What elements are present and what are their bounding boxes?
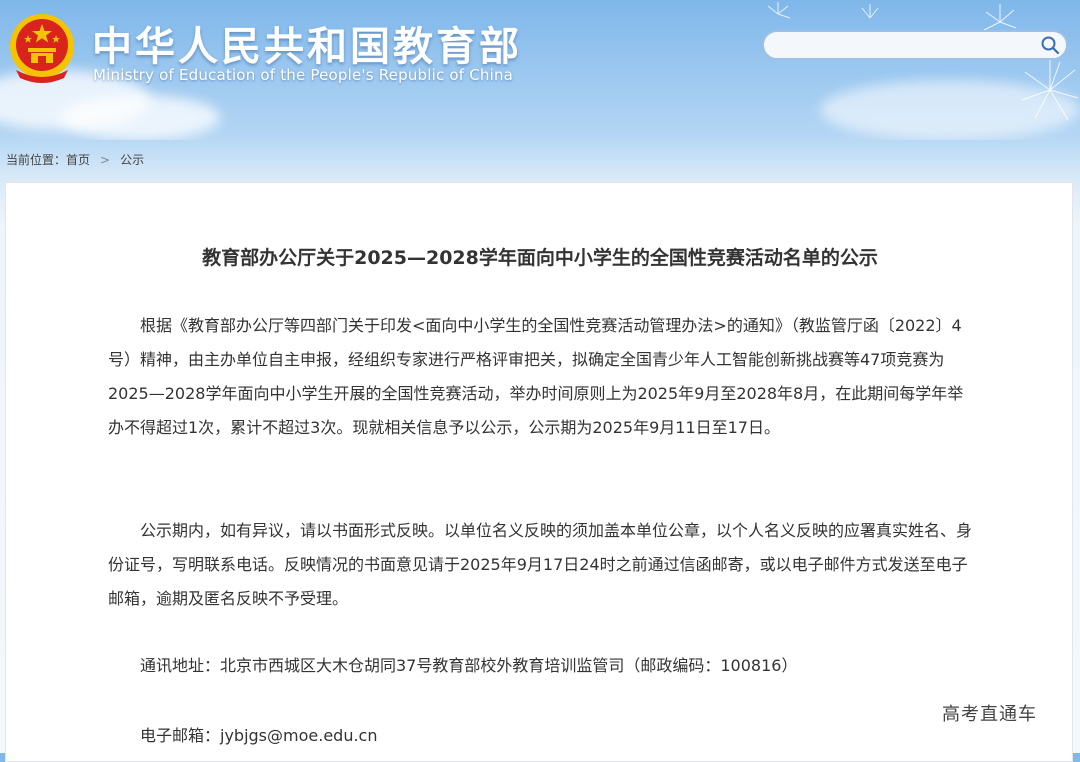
article-title: 教育部办公厅关于2025—2028学年面向中小学生的全国性竞赛活动名单的公示 bbox=[202, 247, 878, 269]
article-paragraph: 公示期内，如有异议，请以书面形式反映。以单位名义反映的须加盖本单位公章，以个人名… bbox=[108, 521, 973, 608]
breadcrumb-separator: > bbox=[100, 153, 111, 167]
search-icon[interactable] bbox=[1040, 35, 1060, 55]
breadcrumb-label: 当前位置： bbox=[6, 153, 67, 167]
breadcrumb-current-link[interactable]: 公示 bbox=[120, 153, 144, 167]
search-box[interactable] bbox=[762, 30, 1068, 60]
site-subtitle: Ministry of Education of the People's Re… bbox=[93, 66, 514, 84]
cloud-decoration bbox=[60, 95, 220, 140]
article-panel: 教育部办公厅关于2025—2028学年面向中小学生的全国性竞赛活动名单的公示 根… bbox=[5, 182, 1073, 762]
dandelion-icon bbox=[767, 2, 879, 19]
contact-address: 通讯地址：北京市西城区大木仓胡同37号教育部校外教育培训监管司（邮政编码：100… bbox=[140, 656, 798, 675]
site-title: 中华人民共和国教育部 bbox=[92, 24, 522, 70]
national-emblem-icon bbox=[10, 14, 74, 83]
watermark: 高考直通车 bbox=[942, 704, 1037, 725]
dandelion-icon bbox=[983, 4, 1079, 121]
breadcrumb: 当前位置：首页 > 公示 bbox=[6, 151, 144, 168]
site-header: 中华人民共和国教育部 Ministry of Education of the … bbox=[0, 0, 1080, 140]
search-input[interactable] bbox=[776, 36, 1040, 56]
breadcrumb-home-link[interactable]: 首页 bbox=[66, 153, 90, 167]
article-paragraph: 根据《教育部办公厅等四部门关于印发<面向中小学生的全国性竞赛活动管理办法>的通知… bbox=[108, 316, 964, 437]
contact-email[interactable]: 电子邮箱：jybjgs@moe.edu.cn bbox=[108, 719, 974, 753]
